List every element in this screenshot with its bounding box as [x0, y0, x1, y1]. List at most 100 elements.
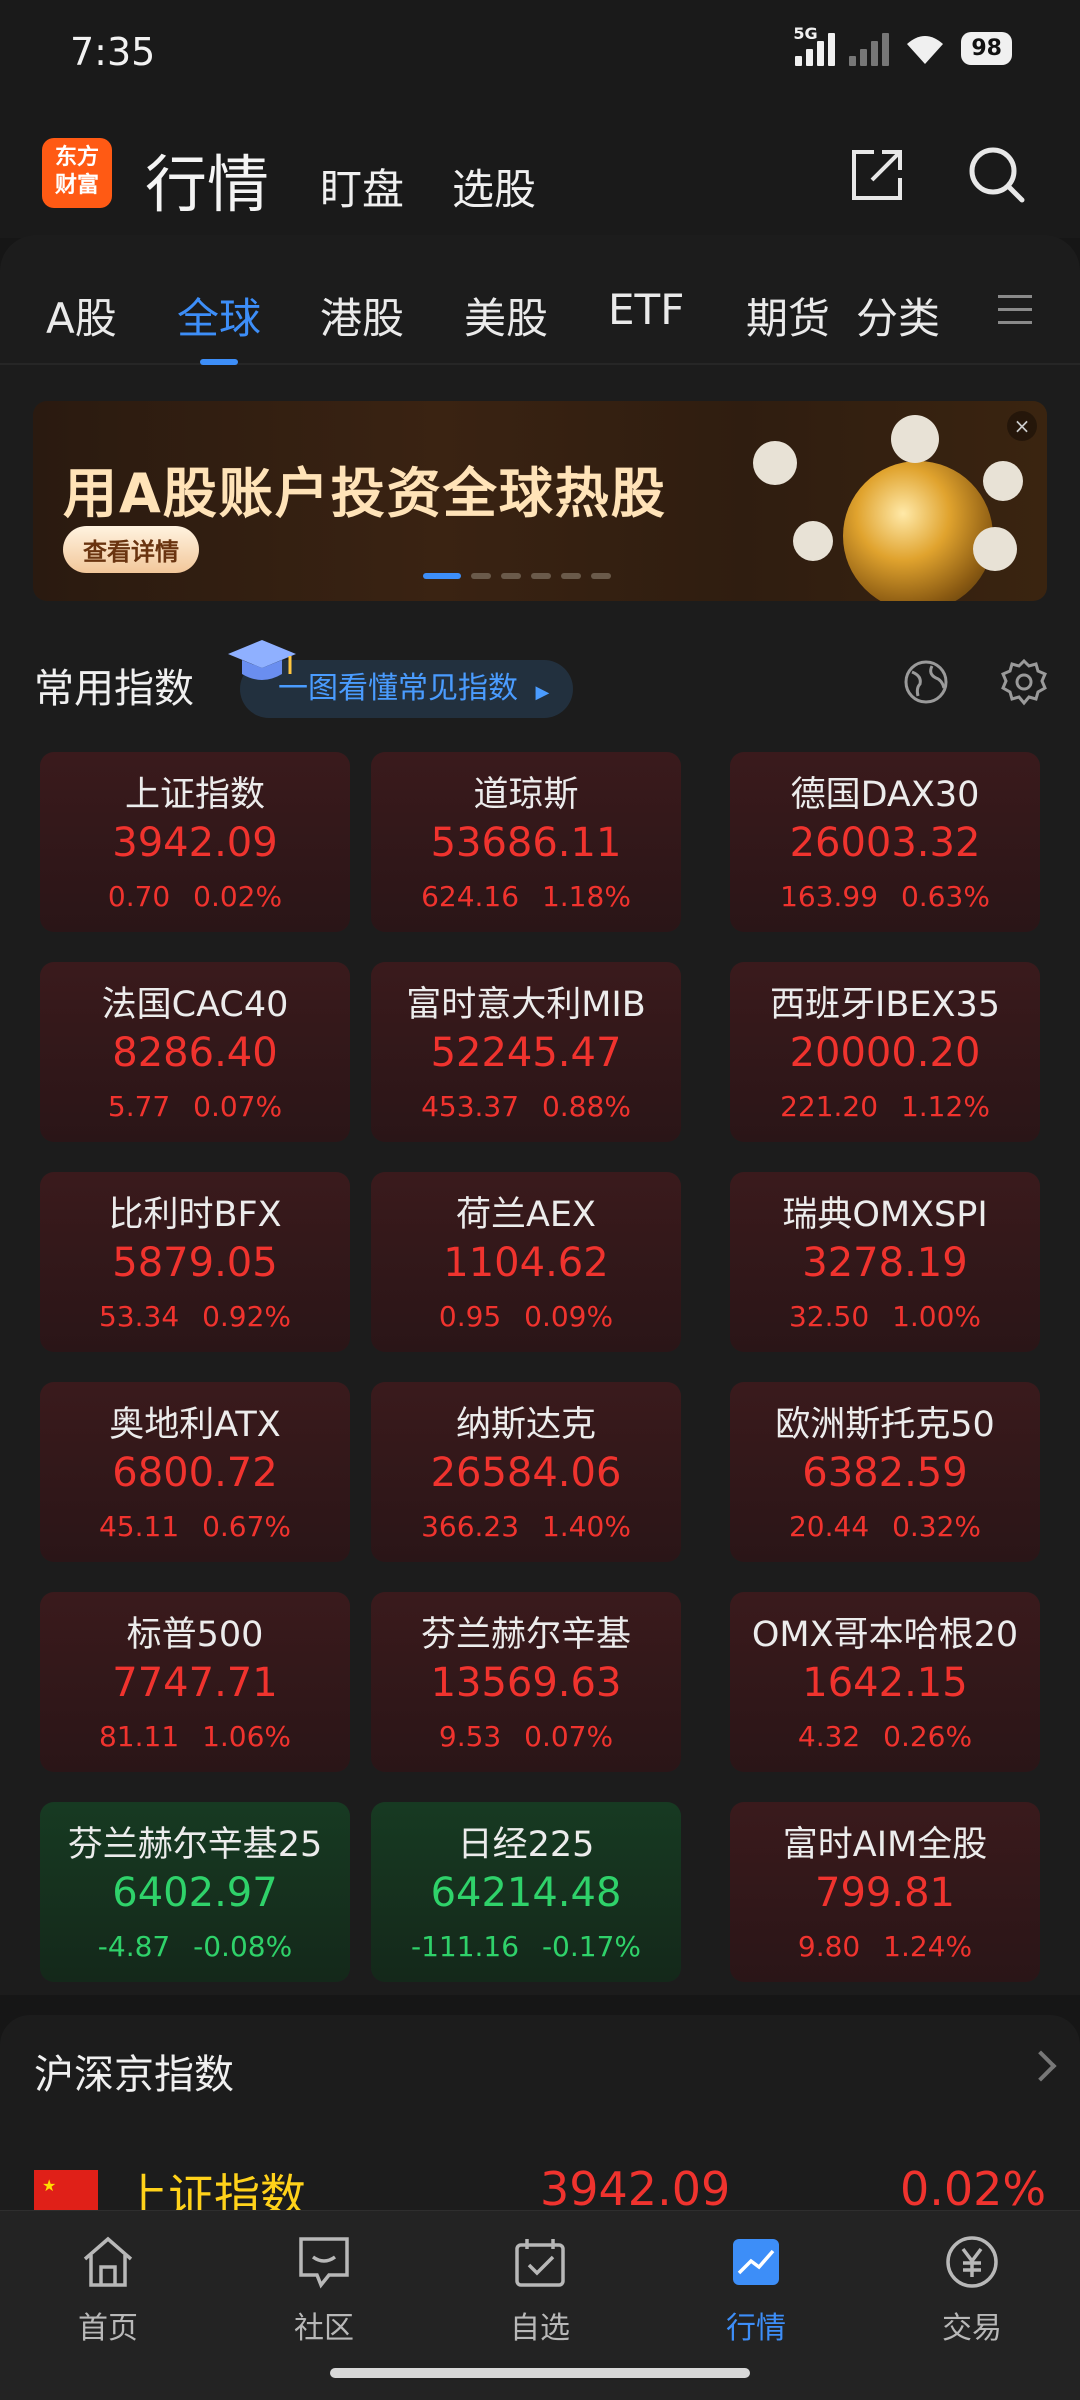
nav-stock-picker-button[interactable]: 选股 [452, 156, 536, 217]
banner-details-button[interactable]: 查看详情 [63, 526, 199, 573]
market-tabs: A股 全球 港股 美股 ETF 期货 分类 [0, 235, 1080, 365]
index-price: 52245.47 [430, 1030, 622, 1076]
index-card[interactable]: 芬兰赫尔辛基 13569.63 9.53 0.07% [371, 1592, 681, 1772]
nav-trade[interactable]: 交易 [902, 2233, 1042, 2347]
index-change-value: 53.34 [98, 1300, 180, 1333]
nav-watch-button[interactable]: 盯盘 [320, 156, 404, 217]
index-change-value: 81.11 [98, 1720, 180, 1753]
domestic-row-pct: 0.02% [900, 2162, 1047, 2216]
tab-futures[interactable]: 期货 [746, 285, 830, 346]
brand-chip-icon [753, 441, 797, 485]
index-change: 32.50 1.00% [730, 1300, 1040, 1333]
index-change-pct: 1.18% [541, 880, 631, 913]
banner-pagination [423, 573, 611, 579]
search-icon[interactable] [966, 144, 1028, 206]
tab-hk-shares[interactable]: 港股 [320, 285, 404, 346]
index-card[interactable]: 比利时BFX 5879.05 53.34 0.92% [40, 1172, 350, 1352]
network-type-label: 5G [793, 24, 818, 43]
index-change-value: 453.37 [421, 1090, 520, 1123]
index-change-pct: 0.09% [524, 1300, 614, 1333]
index-price: 1104.62 [443, 1240, 609, 1286]
amd-chip-icon [891, 415, 939, 463]
promo-banner[interactable]: 用A股账户投资全球热股 查看详情 × [33, 401, 1047, 601]
menu-icon[interactable] [998, 295, 1032, 334]
index-change: 53.34 0.92% [40, 1300, 350, 1333]
index-change-value: 9.53 [438, 1720, 502, 1753]
nav-market[interactable]: 行情 [686, 2233, 826, 2347]
page-title: 行情 [145, 148, 270, 221]
globe-image [843, 461, 993, 601]
index-change-value: 0.95 [438, 1300, 502, 1333]
index-change-value: 221.20 [780, 1090, 879, 1123]
index-change-pct: 0.07% [524, 1720, 614, 1753]
app-logo[interactable]: 东方 财富 [42, 138, 112, 208]
index-card[interactable]: 欧洲斯托克50 6382.59 20.44 0.32% [730, 1382, 1040, 1562]
indices-guide-label: 一图看懂常见指数 [278, 671, 518, 706]
index-card[interactable]: 标普500 7747.71 81.11 1.06% [40, 1592, 350, 1772]
index-change-value: -4.87 [97, 1930, 171, 1963]
index-card[interactable]: 富时意大利MIB 52245.47 453.37 0.88% [371, 962, 681, 1142]
watchlist-icon [511, 2233, 569, 2291]
banner-close-button[interactable]: × [1007, 411, 1037, 441]
nav-watchlist[interactable]: 自选 [470, 2233, 610, 2347]
index-change: 81.11 1.06% [40, 1720, 350, 1753]
index-card[interactable]: 法国CAC40 8286.40 5.77 0.07% [40, 962, 350, 1142]
logo-line-2: 财富 [54, 173, 99, 198]
tab-categories[interactable]: 分类 [856, 285, 940, 346]
tab-global[interactable]: 全球 [177, 285, 261, 346]
index-change: 20.44 0.32% [730, 1510, 1040, 1543]
index-change-pct: 1.06% [202, 1720, 292, 1753]
graduation-cap-icon [226, 636, 298, 694]
index-card[interactable]: 奥地利ATX 6800.72 45.11 0.67% [40, 1382, 350, 1562]
index-change: 9.80 1.24% [730, 1930, 1040, 1963]
index-change-pct: 0.02% [193, 880, 283, 913]
index-change: 5.77 0.07% [40, 1090, 350, 1123]
index-card[interactable]: 西班牙IBEX35 20000.20 221.20 1.12% [730, 962, 1040, 1142]
index-change-value: 5.77 [107, 1090, 171, 1123]
index-name: 欧洲斯托克50 [775, 1405, 995, 1445]
index-name: 道琼斯 [473, 775, 579, 815]
index-card[interactable]: 德国DAX30 26003.32 163.99 0.63% [730, 752, 1040, 932]
index-card[interactable]: 道琼斯 53686.11 624.16 1.18% [371, 752, 681, 932]
index-change-value: 163.99 [780, 880, 879, 913]
index-card[interactable]: 纳斯达克 26584.06 366.23 1.40% [371, 1382, 681, 1562]
nav-community[interactable]: 社区 [254, 2233, 394, 2347]
index-name: 西班牙IBEX35 [770, 985, 1000, 1025]
battery-icon: 98 [961, 31, 1012, 65]
index-name: 芬兰赫尔辛基25 [67, 1825, 323, 1865]
tab-a-shares[interactable]: A股 [46, 285, 117, 346]
index-card[interactable]: 日经225 64214.48 -111.16 -0.17% [371, 1802, 681, 1982]
logo-line-1: 东方 [54, 145, 99, 170]
index-card[interactable]: OMX哥本哈根20 1642.15 4.32 0.26% [730, 1592, 1040, 1772]
index-card[interactable]: 瑞典OMXSPI 3278.19 32.50 1.00% [730, 1172, 1040, 1352]
index-price: 6382.59 [802, 1450, 968, 1496]
home-indicator[interactable] [330, 2368, 750, 2378]
tab-us-shares[interactable]: 美股 [464, 285, 548, 346]
home-icon [79, 2233, 137, 2291]
share-icon[interactable] [846, 144, 908, 206]
domestic-indices-title[interactable]: 沪深京指数 [34, 2042, 234, 2100]
settings-gear-icon[interactable] [1000, 658, 1048, 706]
index-card[interactable]: 富时AIM全股 799.81 9.80 1.24% [730, 1802, 1040, 1982]
index-change: 163.99 0.63% [730, 880, 1040, 913]
index-price: 1642.15 [802, 1660, 968, 1706]
wifi-icon [903, 30, 947, 66]
index-card[interactable]: 芬兰赫尔辛基25 6402.97 -4.87 -0.08% [40, 1802, 350, 1982]
tab-etf[interactable]: ETF [608, 285, 684, 334]
index-name: 日经225 [457, 1825, 595, 1865]
common-indices-title: 常用指数 [34, 666, 194, 712]
index-change-pct: 0.67% [202, 1510, 292, 1543]
index-change-value: 32.50 [788, 1300, 870, 1333]
index-card[interactable]: 荷兰AEX 1104.62 0.95 0.09% [371, 1172, 681, 1352]
globe-view-icon[interactable] [902, 658, 950, 706]
domestic-row-price: 3942.09 [540, 2162, 731, 2216]
index-price: 26584.06 [430, 1450, 622, 1496]
index-change-value: 0.70 [107, 880, 171, 913]
index-card[interactable]: 上证指数 3942.09 0.70 0.02% [40, 752, 350, 932]
index-price: 53686.11 [430, 820, 622, 866]
nav-home[interactable]: 首页 [38, 2233, 178, 2347]
nav-market-label: 行情 [726, 2311, 786, 2346]
trade-icon [943, 2233, 1001, 2291]
index-change-value: 45.11 [98, 1510, 180, 1543]
intel-chip-icon [793, 521, 833, 561]
